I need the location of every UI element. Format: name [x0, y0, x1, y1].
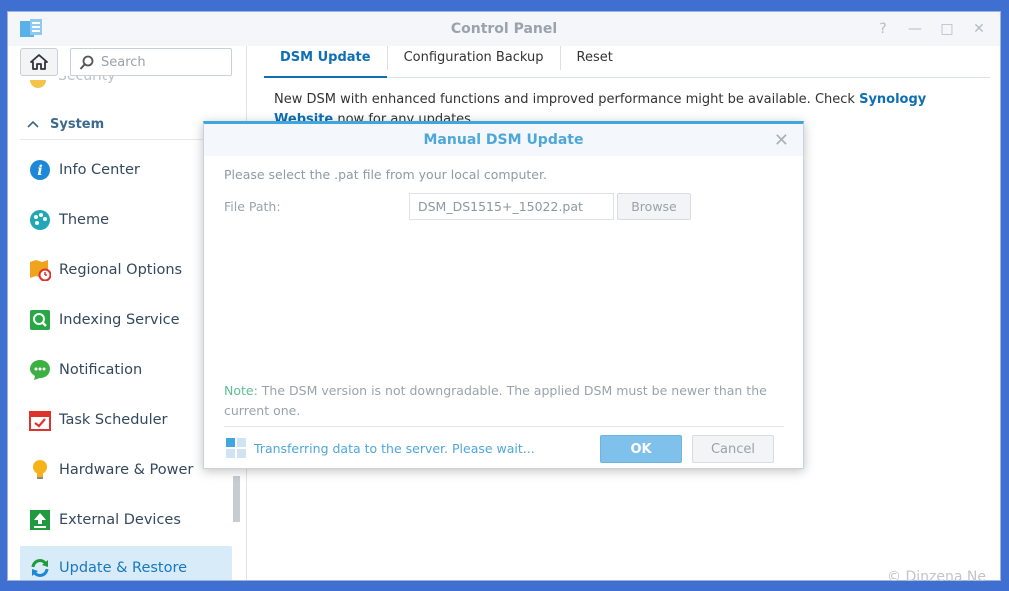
section-header-system[interactable]: System	[20, 110, 230, 140]
sidebar-item-label: External Devices	[59, 512, 181, 528]
tab-configuration-backup[interactable]: Configuration Backup	[388, 46, 561, 70]
calendar-check-icon	[29, 409, 51, 431]
message-text-start: New DSM with enhanced functions and impr…	[274, 92, 860, 107]
sidebar-item-label: Notification	[59, 362, 143, 378]
sidebar-item-external-devices[interactable]: External Devices	[20, 498, 232, 542]
watermark: © Dinzena Ne	[887, 569, 986, 585]
window-title: Control Panel	[450, 21, 558, 37]
refresh-icon	[29, 557, 51, 579]
security-icon	[30, 80, 46, 88]
ok-button[interactable]: OK	[600, 435, 682, 463]
section-label: System	[50, 117, 105, 132]
title-bar: Control Panel ? — □ ✕	[8, 12, 1000, 46]
sidebar-item-hardware-power[interactable]: Hardware & Power	[20, 448, 232, 492]
search-icon	[79, 55, 94, 70]
sidebar-item-label: Indexing Service	[59, 312, 180, 328]
dialog-instructions: Please select the .pat file from your lo…	[224, 167, 547, 182]
window-controls: ? — □ ✕	[874, 20, 988, 38]
search-input[interactable]	[101, 53, 226, 71]
cancel-button[interactable]: Cancel	[692, 435, 774, 463]
tab-dsm-update[interactable]: DSM Update	[264, 46, 388, 78]
sidebar-item-security-partial[interactable]: Security	[58, 76, 116, 88]
close-icon[interactable]: ✕	[970, 20, 988, 38]
home-icon	[30, 54, 48, 70]
file-path-input[interactable]	[409, 193, 614, 220]
sidebar-item-label: Task Scheduler	[59, 412, 168, 428]
magnifier-icon	[29, 309, 51, 331]
tab-reset[interactable]: Reset	[561, 46, 629, 70]
maximize-icon[interactable]: □	[938, 20, 956, 38]
note-label: Note:	[224, 383, 258, 398]
downgrade-note: Note: The DSM version is not downgradabl…	[224, 381, 784, 421]
svg-text:i: i	[37, 163, 42, 179]
sidebar-item-label: Update & Restore	[59, 560, 188, 576]
dialog-header: Manual DSM Update ✕	[204, 124, 803, 156]
sidebar-item-label: Theme	[59, 212, 110, 228]
sidebar-item-task-scheduler[interactable]: Task Scheduler	[20, 398, 232, 442]
upload-box-icon	[29, 509, 51, 531]
home-button[interactable]	[20, 48, 58, 76]
browse-button[interactable]: Browse	[617, 193, 691, 220]
help-icon[interactable]: ?	[874, 20, 892, 38]
note-text: The DSM version is not downgradable. The…	[224, 383, 767, 418]
sidebar-item-label: Hardware & Power	[59, 462, 194, 478]
map-clock-icon	[29, 259, 51, 281]
dialog-close-icon[interactable]: ✕	[774, 130, 789, 151]
sidebar-scrollbar[interactable]	[233, 476, 240, 522]
sidebar-item-notification[interactable]: Notification	[20, 348, 232, 392]
dialog-title: Manual DSM Update	[423, 132, 584, 148]
sidebar-item-label: Regional Options	[59, 262, 183, 278]
palette-icon	[29, 209, 51, 231]
manual-dsm-update-dialog: Manual DSM Update ✕ Please select the .p…	[203, 121, 804, 469]
file-path-label: File Path:	[224, 199, 281, 214]
sidebar-item-theme[interactable]: Theme	[20, 198, 232, 242]
progress-status-text: Transferring data to the server. Please …	[254, 441, 535, 456]
sidebar-item-regional-options[interactable]: Regional Options	[20, 248, 232, 292]
sidebar-item-update-restore[interactable]: Update & Restore	[20, 546, 232, 580]
minimize-icon[interactable]: —	[906, 20, 924, 38]
sidebar-item-indexing-service[interactable]: Indexing Service	[20, 298, 232, 342]
sidebar-item-label: Info Center	[59, 162, 140, 178]
chat-bubble-icon	[29, 359, 51, 381]
tab-bar: DSM Update Configuration Backup Reset	[264, 46, 990, 78]
sidebar-item-info-center[interactable]: i Info Center	[20, 148, 232, 192]
chevron-up-icon	[27, 120, 39, 128]
loading-icon	[226, 438, 246, 458]
info-icon: i	[29, 159, 51, 181]
dialog-footer-divider	[224, 426, 784, 427]
lightbulb-icon	[29, 459, 51, 481]
search-box[interactable]	[70, 48, 232, 76]
